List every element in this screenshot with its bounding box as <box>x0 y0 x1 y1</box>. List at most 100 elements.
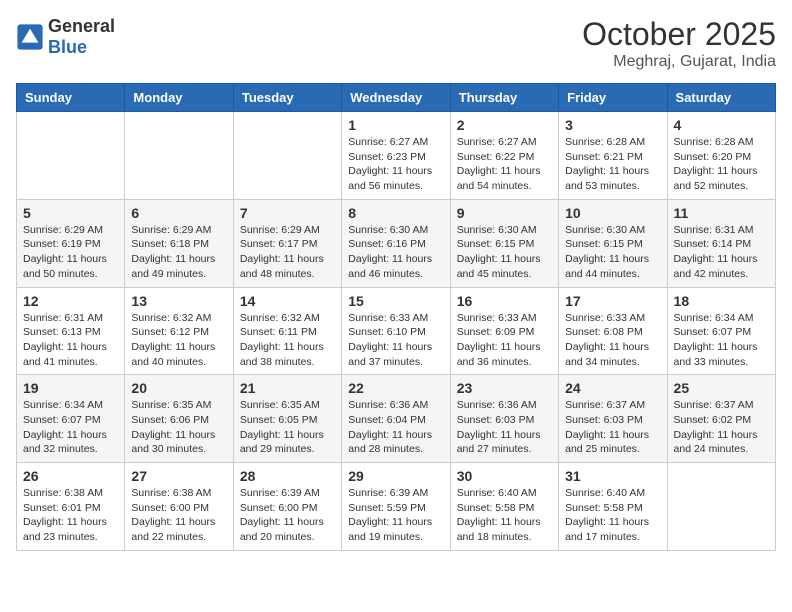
calendar-week-4: 19 Sunrise: 6:34 AM Sunset: 6:07 PM Dayli… <box>17 375 776 463</box>
logo-text-general: General <box>48 16 115 36</box>
day-info: Sunrise: 6:33 AM Sunset: 6:09 PM Dayligh… <box>457 311 552 370</box>
day-info: Sunrise: 6:31 AM Sunset: 6:13 PM Dayligh… <box>23 311 118 370</box>
calendar-cell: 22Sunrise: 6:36 AM Sunset: 6:04 PM Dayli… <box>342 375 450 463</box>
logo-text-blue: Blue <box>48 37 87 57</box>
day-number: 11 <box>674 205 769 221</box>
day-info: Sunrise: 6:36 AM Sunset: 6:03 PM Dayligh… <box>457 398 552 457</box>
day-info: Sunrise: 6:39 AM Sunset: 5:59 PM Dayligh… <box>348 486 443 545</box>
calendar-table: SundayMondayTuesdayWednesdayThursdayFrid… <box>16 83 776 551</box>
day-info: Sunrise: 6:29 AM Sunset: 6:17 PM Dayligh… <box>240 223 335 282</box>
calendar-cell: 13Sunrise: 6:32 AM Sunset: 6:12 PM Dayli… <box>125 287 233 375</box>
day-number: 27 <box>131 468 226 484</box>
day-number: 19 <box>23 380 118 396</box>
calendar-cell: 29 Sunrise: 6:39 AM Sunset: 5:59 PM Dayli… <box>342 463 450 551</box>
day-info: Sunrise: 6:28 AM Sunset: 6:21 PM Dayligh… <box>565 135 660 194</box>
day-number: 9 <box>457 205 552 221</box>
day-number: 30 <box>457 468 552 484</box>
day-number: 20 <box>131 380 226 396</box>
day-info: Sunrise: 6:40 AM Sunset: 5:58 PM Dayligh… <box>565 486 660 545</box>
day-info: Sunrise: 6:28 AM Sunset: 6:20 PM Dayligh… <box>674 135 769 194</box>
day-info: Sunrise: 6:30 AM Sunset: 6:16 PM Dayligh… <box>348 223 443 282</box>
weekday-header-wednesday: Wednesday <box>342 84 450 112</box>
day-info: Sunrise: 6:33 AM Sunset: 6:08 PM Dayligh… <box>565 311 660 370</box>
day-number: 31 <box>565 468 660 484</box>
day-info: Sunrise: 6:27 AM Sunset: 6:23 PM Dayligh… <box>348 135 443 194</box>
day-info: Sunrise: 6:32 AM Sunset: 6:11 PM Dayligh… <box>240 311 335 370</box>
calendar-cell <box>17 112 125 200</box>
calendar-cell: 5Sunrise: 6:29 AM Sunset: 6:19 PM Daylig… <box>17 199 125 287</box>
day-info: Sunrise: 6:35 AM Sunset: 6:06 PM Dayligh… <box>131 398 226 457</box>
calendar-cell: 9 Sunrise: 6:30 AM Sunset: 6:15 PM Daylig… <box>450 199 558 287</box>
day-info: Sunrise: 6:27 AM Sunset: 6:22 PM Dayligh… <box>457 135 552 194</box>
calendar-cell: 11 Sunrise: 6:31 AM Sunset: 6:14 PM Dayli… <box>667 199 775 287</box>
page-header: General Blue October 2025 Meghraj, Gujar… <box>16 16 776 71</box>
calendar-cell: 3 Sunrise: 6:28 AM Sunset: 6:21 PM Daylig… <box>559 112 667 200</box>
day-number: 26 <box>23 468 118 484</box>
day-number: 25 <box>674 380 769 396</box>
calendar-cell: 7 Sunrise: 6:29 AM Sunset: 6:17 PM Daylig… <box>233 199 341 287</box>
weekday-header-tuesday: Tuesday <box>233 84 341 112</box>
calendar-cell: 23 Sunrise: 6:36 AM Sunset: 6:03 PM Dayli… <box>450 375 558 463</box>
calendar-cell <box>233 112 341 200</box>
day-number: 7 <box>240 205 335 221</box>
day-info: Sunrise: 6:29 AM Sunset: 6:18 PM Dayligh… <box>131 223 226 282</box>
day-info: Sunrise: 6:36 AM Sunset: 6:04 PM Dayligh… <box>348 398 443 457</box>
calendar-cell <box>125 112 233 200</box>
day-number: 24 <box>565 380 660 396</box>
weekday-header-friday: Friday <box>559 84 667 112</box>
day-number: 12 <box>23 293 118 309</box>
day-number: 14 <box>240 293 335 309</box>
calendar-cell <box>667 463 775 551</box>
calendar-cell: 26 Sunrise: 6:38 AM Sunset: 6:01 PM Dayli… <box>17 463 125 551</box>
calendar-week-3: 12 Sunrise: 6:31 AM Sunset: 6:13 PM Dayli… <box>17 287 776 375</box>
day-info: Sunrise: 6:30 AM Sunset: 6:15 PM Dayligh… <box>565 223 660 282</box>
day-number: 6 <box>131 205 226 221</box>
day-number: 8 <box>348 205 443 221</box>
calendar-week-2: 5Sunrise: 6:29 AM Sunset: 6:19 PM Daylig… <box>17 199 776 287</box>
calendar-cell: 1 Sunrise: 6:27 AM Sunset: 6:23 PM Daylig… <box>342 112 450 200</box>
day-number: 15 <box>348 293 443 309</box>
calendar-week-1: 1 Sunrise: 6:27 AM Sunset: 6:23 PM Daylig… <box>17 112 776 200</box>
day-info: Sunrise: 6:34 AM Sunset: 6:07 PM Dayligh… <box>23 398 118 457</box>
day-number: 21 <box>240 380 335 396</box>
calendar-cell: 4 Sunrise: 6:28 AM Sunset: 6:20 PM Daylig… <box>667 112 775 200</box>
weekday-header-monday: Monday <box>125 84 233 112</box>
logo-icon <box>16 23 44 51</box>
weekday-header-saturday: Saturday <box>667 84 775 112</box>
day-info: Sunrise: 6:40 AM Sunset: 5:58 PM Dayligh… <box>457 486 552 545</box>
day-number: 29 <box>348 468 443 484</box>
calendar-cell: 16Sunrise: 6:33 AM Sunset: 6:09 PM Dayli… <box>450 287 558 375</box>
day-number: 4 <box>674 117 769 133</box>
calendar-cell: 27Sunrise: 6:38 AM Sunset: 6:00 PM Dayli… <box>125 463 233 551</box>
calendar-cell: 28Sunrise: 6:39 AM Sunset: 6:00 PM Dayli… <box>233 463 341 551</box>
day-number: 5 <box>23 205 118 221</box>
calendar-cell: 15 Sunrise: 6:33 AM Sunset: 6:10 PM Dayli… <box>342 287 450 375</box>
day-number: 23 <box>457 380 552 396</box>
calendar-cell: 2 Sunrise: 6:27 AM Sunset: 6:22 PM Daylig… <box>450 112 558 200</box>
day-info: Sunrise: 6:38 AM Sunset: 6:01 PM Dayligh… <box>23 486 118 545</box>
day-info: Sunrise: 6:32 AM Sunset: 6:12 PM Dayligh… <box>131 311 226 370</box>
day-number: 18 <box>674 293 769 309</box>
title-area: October 2025 Meghraj, Gujarat, India <box>582 16 776 71</box>
day-info: Sunrise: 6:31 AM Sunset: 6:14 PM Dayligh… <box>674 223 769 282</box>
day-number: 1 <box>348 117 443 133</box>
weekday-header-thursday: Thursday <box>450 84 558 112</box>
day-info: Sunrise: 6:39 AM Sunset: 6:00 PM Dayligh… <box>240 486 335 545</box>
day-number: 2 <box>457 117 552 133</box>
calendar-cell: 31 Sunrise: 6:40 AM Sunset: 5:58 PM Dayli… <box>559 463 667 551</box>
calendar-cell: 6 Sunrise: 6:29 AM Sunset: 6:18 PM Daylig… <box>125 199 233 287</box>
calendar-cell: 12 Sunrise: 6:31 AM Sunset: 6:13 PM Dayli… <box>17 287 125 375</box>
day-info: Sunrise: 6:33 AM Sunset: 6:10 PM Dayligh… <box>348 311 443 370</box>
calendar-cell: 14 Sunrise: 6:32 AM Sunset: 6:11 PM Dayli… <box>233 287 341 375</box>
calendar-cell: 30 Sunrise: 6:40 AM Sunset: 5:58 PM Dayli… <box>450 463 558 551</box>
calendar-cell: 21Sunrise: 6:35 AM Sunset: 6:05 PM Dayli… <box>233 375 341 463</box>
calendar-cell: 18 Sunrise: 6:34 AM Sunset: 6:07 PM Dayli… <box>667 287 775 375</box>
location-title: Meghraj, Gujarat, India <box>582 53 776 71</box>
day-info: Sunrise: 6:30 AM Sunset: 6:15 PM Dayligh… <box>457 223 552 282</box>
calendar-cell: 17Sunrise: 6:33 AM Sunset: 6:08 PM Dayli… <box>559 287 667 375</box>
calendar-cell: 24Sunrise: 6:37 AM Sunset: 6:03 PM Dayli… <box>559 375 667 463</box>
day-info: Sunrise: 6:34 AM Sunset: 6:07 PM Dayligh… <box>674 311 769 370</box>
calendar-week-5: 26 Sunrise: 6:38 AM Sunset: 6:01 PM Dayli… <box>17 463 776 551</box>
calendar-cell: 19 Sunrise: 6:34 AM Sunset: 6:07 PM Dayli… <box>17 375 125 463</box>
day-number: 3 <box>565 117 660 133</box>
